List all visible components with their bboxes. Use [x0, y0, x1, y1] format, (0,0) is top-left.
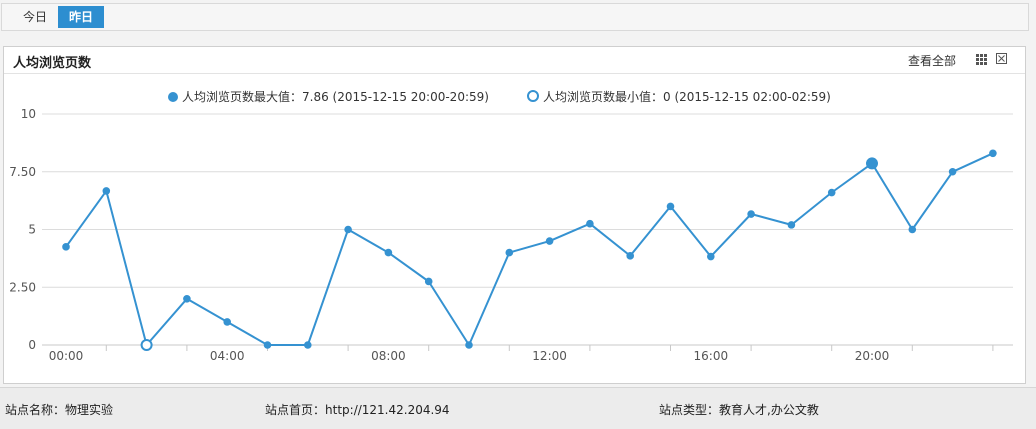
site-type: 站点类型：教育人才,办公文教 — [659, 401, 819, 418]
tab-yesterday[interactable]: 昨日 — [58, 6, 104, 28]
data-point-max — [866, 157, 878, 170]
data-point — [948, 167, 957, 176]
tab-today[interactable]: 今日 — [13, 6, 57, 28]
x-tick-label: 20:00 — [855, 349, 890, 363]
data-point-min — [140, 339, 153, 351]
data-point — [989, 149, 997, 158]
data-point — [223, 318, 231, 326]
date-tabs: 今日 昨日 — [1, 3, 1029, 31]
site-type-label: 站点类型： — [659, 403, 720, 417]
line-chart: 10 7.50 5 2.50 0 00:00 04:00 08:00 12:00 16:00 20:… — [9, 107, 1013, 363]
data-point — [62, 243, 70, 251]
data-point — [344, 225, 352, 234]
data-point — [626, 252, 634, 260]
data-point — [747, 210, 755, 218]
data-point — [545, 237, 554, 245]
data-point — [707, 252, 715, 261]
site-name-value: 物理实验 — [65, 403, 114, 417]
site-type-value: 教育人才,办公文教 — [719, 403, 819, 417]
y-tick-label: 10 — [21, 107, 36, 121]
data-point — [505, 248, 514, 257]
y-tick-label: 7.50 — [9, 165, 36, 179]
x-tick-label: 12:00 — [532, 349, 567, 363]
site-home-value[interactable]: http://121.42.204.94 — [325, 403, 450, 417]
y-tick-label: 2.50 — [9, 280, 36, 294]
site-name: 站点名称：物理实验 — [5, 401, 113, 418]
data-point — [304, 341, 312, 349]
x-tick-label: 08:00 — [371, 349, 406, 363]
series-line — [65, 152, 994, 346]
site-info-bar: 站点名称：物理实验 站点首页：http://121.42.204.94 站点类型… — [0, 387, 1036, 429]
data-point — [263, 341, 272, 349]
data-point — [666, 202, 675, 211]
data-point — [424, 277, 433, 286]
data-point — [102, 187, 111, 195]
data-point — [908, 225, 917, 234]
site-name-label: 站点名称： — [5, 403, 66, 417]
data-point — [787, 221, 796, 229]
site-home-label: 站点首页： — [265, 403, 326, 417]
chart-panel: 人均浏览页数 查看全部 人均浏览页数最大值：7.86 (2015-12-15 2… — [3, 46, 1026, 384]
data-point — [384, 248, 393, 257]
site-home: 站点首页：http://121.42.204.94 — [265, 401, 450, 418]
y-tick-label: 5 — [28, 223, 36, 237]
data-point — [586, 219, 594, 228]
x-tick-label: 04:00 — [210, 349, 245, 363]
x-tick-label: 00:00 — [49, 349, 84, 363]
x-tick-label: 16:00 — [694, 349, 729, 363]
data-point — [465, 341, 473, 349]
data-point — [827, 188, 836, 197]
data-point — [183, 295, 191, 303]
y-tick-label: 0 — [28, 338, 36, 352]
